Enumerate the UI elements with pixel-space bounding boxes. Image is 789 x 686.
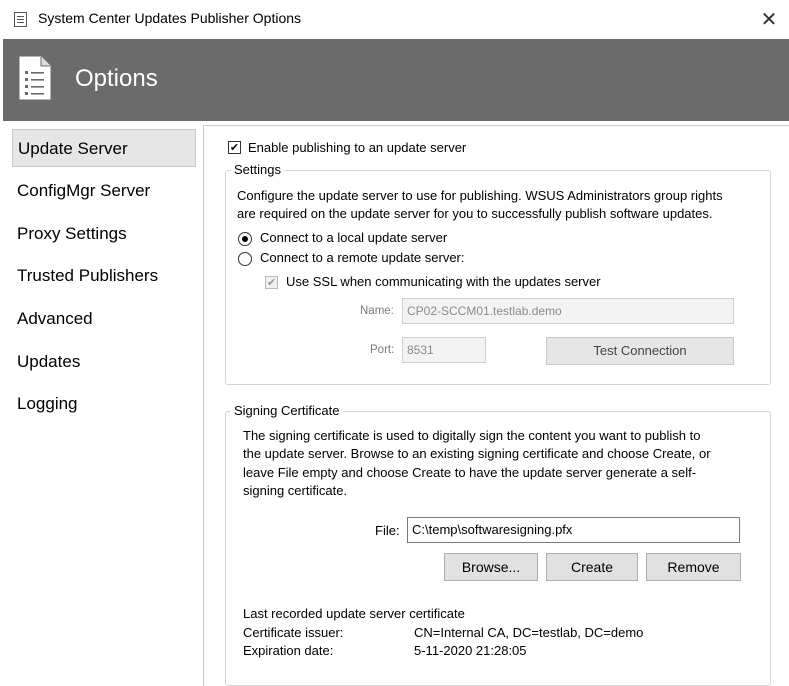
remove-button[interactable]: Remove xyxy=(646,553,741,581)
port-label: Port: xyxy=(370,344,395,356)
document-list-icon xyxy=(19,56,51,100)
expiration-date-value: 5-11-2020 21:28:05 xyxy=(414,643,527,658)
expiration-date-label: Expiration date: xyxy=(243,643,334,658)
server-name-field[interactable]: CP02-SCCM01.testlab.demo xyxy=(402,298,734,324)
certificate-file-field[interactable]: C:\temp\softwaresigning.pfx xyxy=(407,517,740,543)
certificate-issuer-value: CN=Internal CA, DC=testlab, DC=demo xyxy=(414,625,644,640)
test-connection-button[interactable]: Test Connection xyxy=(546,337,734,365)
header-title: Options xyxy=(75,65,158,92)
cert-description-line4: signing certificate. xyxy=(243,483,348,498)
sidebar-item-configmgr-server[interactable]: ConfigMgr Server xyxy=(12,172,196,210)
app-options-icon xyxy=(14,12,27,27)
settings-description-line2: are required on the update server for yo… xyxy=(237,206,713,221)
window-title: System Center Updates Publisher Options xyxy=(38,10,302,26)
local-server-label: Connect to a local update server xyxy=(260,230,448,245)
browse-button[interactable]: Browse... xyxy=(444,553,538,581)
close-icon: ✕ xyxy=(760,7,778,31)
use-ssl-label: Use SSL when communicating with the upda… xyxy=(286,274,601,289)
create-button[interactable]: Create xyxy=(546,553,638,581)
signing-certificate-title: Signing Certificate xyxy=(231,403,343,418)
title-bar: System Center Updates Publisher Options … xyxy=(0,0,789,39)
use-ssl-checkbox[interactable]: ✔ xyxy=(265,276,278,289)
file-label: File: xyxy=(375,523,400,538)
remote-server-label: Connect to a remote update server: xyxy=(260,250,465,265)
sidebar-item-update-server[interactable]: Update Server xyxy=(12,129,196,167)
sidebar-item-updates[interactable]: Updates xyxy=(12,343,196,381)
cert-description-line2: the update server. Browse to an existing… xyxy=(243,446,711,461)
sidebar-item-proxy-settings[interactable]: Proxy Settings xyxy=(12,215,196,253)
close-button[interactable]: ✕ xyxy=(752,4,786,34)
settings-group-title: Settings xyxy=(231,162,284,177)
sidebar-item-logging[interactable]: Logging xyxy=(12,385,196,423)
sidebar-item-trusted-publishers[interactable]: Trusted Publishers xyxy=(12,257,196,295)
name-label: Name: xyxy=(360,305,394,317)
options-header: Options xyxy=(3,39,789,121)
checkmark-icon: ✔ xyxy=(266,276,277,289)
checkmark-icon: ✔ xyxy=(229,141,240,154)
cert-description-line3: leave File empty and choose Create to ha… xyxy=(243,465,697,480)
sidebar-item-advanced[interactable]: Advanced xyxy=(12,300,196,338)
local-server-radio[interactable] xyxy=(238,232,252,246)
port-field[interactable]: 8531 xyxy=(402,337,486,363)
cert-description-line1: The signing certificate is used to digit… xyxy=(243,428,701,443)
last-recorded-label: Last recorded update server certificate xyxy=(243,606,465,621)
certificate-issuer-label: Certificate issuer: xyxy=(243,625,344,640)
remote-server-radio[interactable] xyxy=(238,252,252,266)
settings-description-line1: Configure the update server to use for p… xyxy=(237,188,723,203)
enable-publishing-label: Enable publishing to an update server xyxy=(248,140,467,155)
enable-publishing-checkbox[interactable]: ✔ xyxy=(228,141,241,154)
sidebar-nav: Update Server ConfigMgr Server Proxy Set… xyxy=(3,121,199,686)
